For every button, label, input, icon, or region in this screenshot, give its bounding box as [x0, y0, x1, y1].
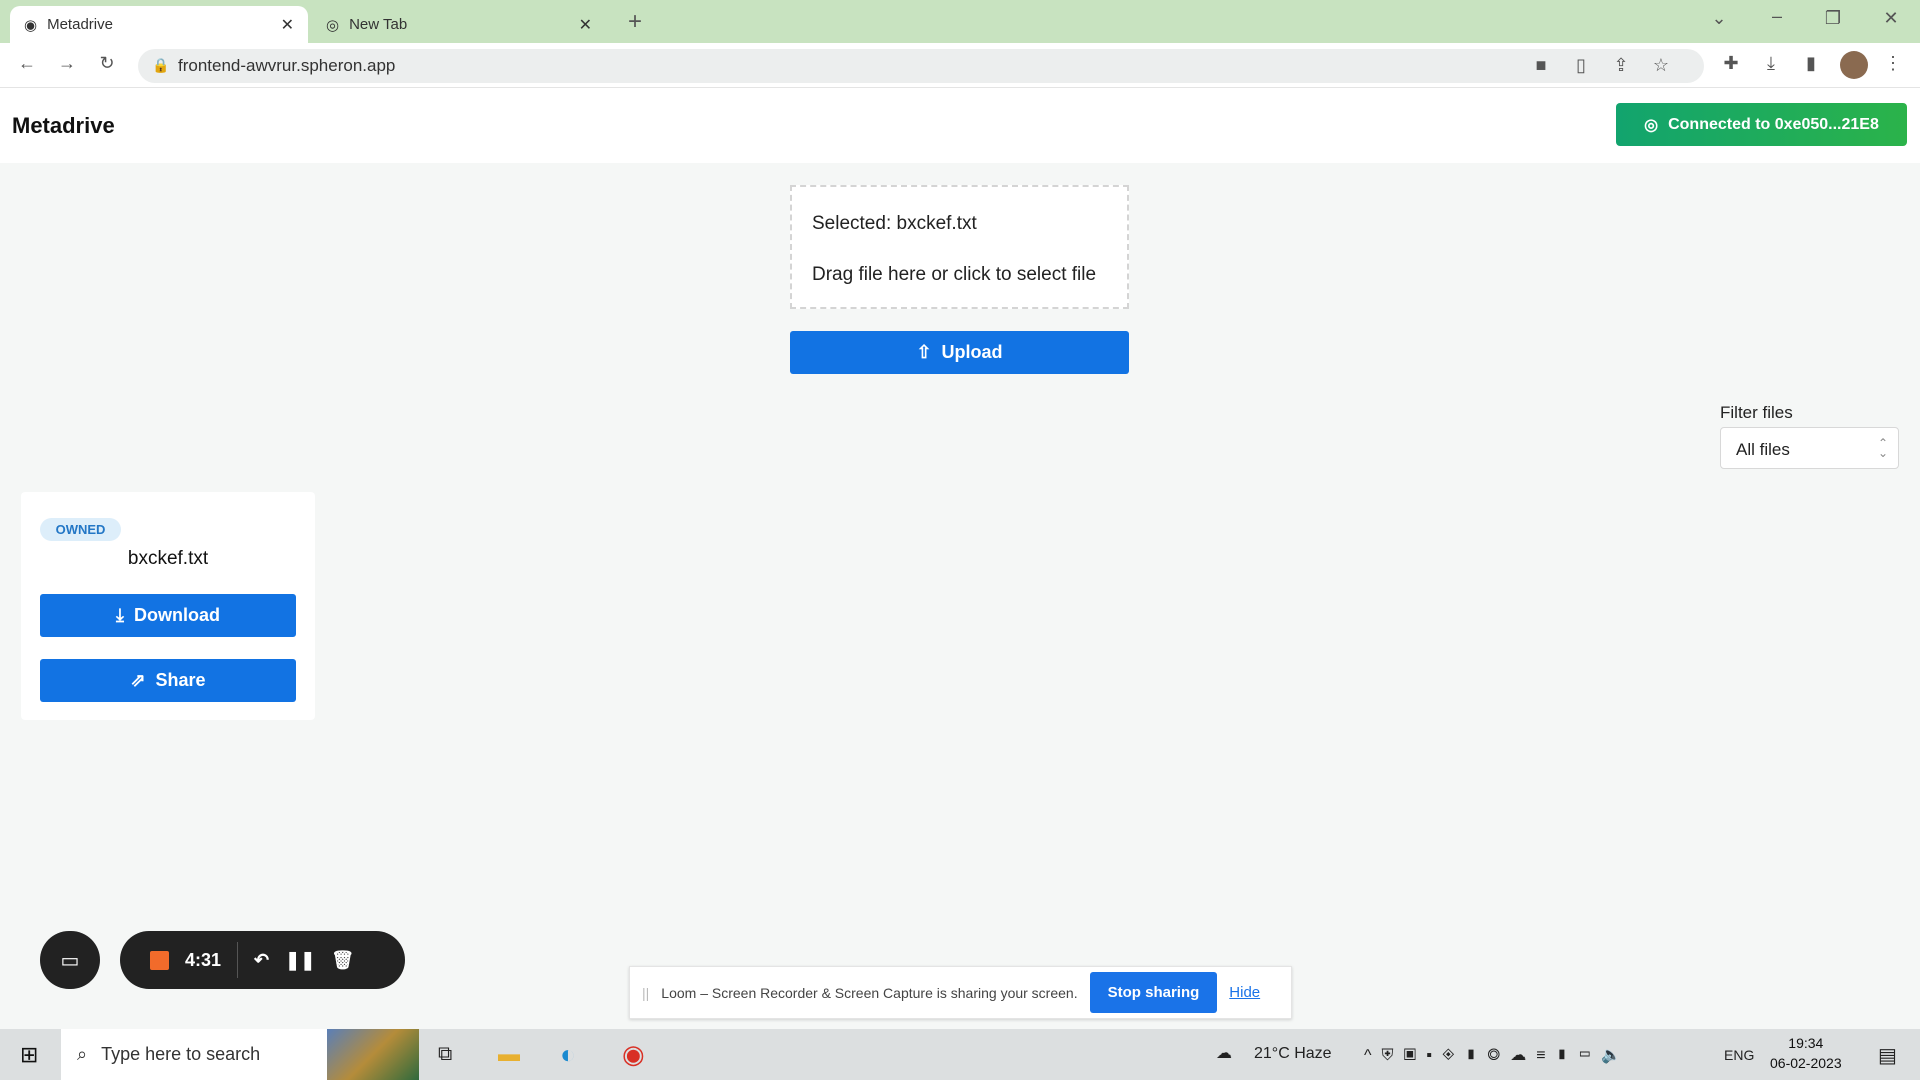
share-icon: ⇗ [130, 670, 146, 690]
profile-avatar[interactable] [1840, 51, 1868, 79]
close-tab-icon[interactable]: ✕ [281, 15, 294, 35]
file-dropzone[interactable]: Selected: bxckef.txt Drag file here or c… [790, 185, 1129, 309]
share-page-icon[interactable]: ⇪ [1608, 55, 1634, 76]
drag-handle-icon[interactable]: || [642, 985, 649, 1001]
clock[interactable]: 19:34 06-02-2023 [1770, 1035, 1842, 1071]
dropzone-hint: Drag file here or click to select file [812, 264, 1097, 285]
page-icon[interactable]: ▯ [1568, 55, 1594, 76]
edge-icon[interactable]: ◐ [560, 1039, 576, 1070]
wallet-connected-button[interactable]: ◎ Connected to 0xe050...21E8 [1616, 103, 1907, 146]
search-highlight-image [327, 1029, 419, 1080]
close-tab-icon[interactable]: ✕ [579, 15, 592, 35]
weather-icon: ☁ [1216, 1045, 1232, 1062]
video-camera-icon: ▭ [60, 949, 80, 972]
loom-camera-button[interactable]: ▭ [40, 931, 100, 989]
download-button[interactable]: ⤓ Download [40, 594, 296, 637]
filter-files-label: Filter files [1720, 403, 1793, 422]
divider [237, 942, 239, 978]
forward-icon[interactable]: → [54, 53, 80, 74]
filter-files-select[interactable]: All files ⌃ ⌄ [1720, 427, 1899, 469]
extensions-icon[interactable]: ✚ [1718, 53, 1744, 74]
bookmark-star-icon[interactable]: ☆ [1648, 55, 1674, 76]
share-button[interactable]: ⇗ Share [40, 659, 296, 702]
owned-badge: OWNED [40, 518, 121, 541]
address-bar-row: ← → ↻ 🔒 frontend-awvrur.spheron.app ■ ▯ … [0, 43, 1920, 88]
lock-icon: 🔒 [152, 57, 170, 73]
chrome-icon: ◎ [326, 16, 340, 34]
reload-icon[interactable]: ↻ [94, 53, 120, 74]
downloads-icon[interactable]: ⤓ [1758, 53, 1784, 74]
restore-icon[interactable]: ❐ [1820, 8, 1846, 29]
weather-text[interactable]: 21°C Haze [1254, 1045, 1332, 1063]
pause-icon[interactable]: ❚❚ [285, 950, 315, 971]
task-view-icon[interactable]: ⧉ [438, 1043, 452, 1066]
stop-sharing-button[interactable]: Stop sharing [1089, 972, 1218, 1013]
taskbar-search-input[interactable]: ⌕ Type here to search [61, 1029, 419, 1080]
search-icon: ⌕ [77, 1044, 88, 1064]
chevron-up-down-icon: ⌃ ⌄ [1877, 436, 1888, 460]
windows-start-icon[interactable]: ⊞ [20, 1042, 38, 1068]
file-name: bxckef.txt [127, 548, 209, 569]
upload-button[interactable]: ⇧ Upload [790, 331, 1129, 374]
selected-file-text: Selected: bxckef.txt [812, 213, 977, 234]
app-title: Metadrive [12, 113, 115, 138]
camera-icon[interactable]: ■ [1528, 55, 1554, 76]
recording-timer: 4:31 [185, 949, 222, 970]
file-card: OWNED bxckef.txt ⤓ Download ⇗ Share [21, 492, 315, 720]
download-icon: ⤓ [116, 605, 124, 625]
tab-new-tab[interactable]: ◎ New Tab ✕ [312, 6, 606, 43]
windows-taskbar: ⊞ ⌕ Type here to search ⧉ ▬ ◐ ◉ ☁ 21°C H… [0, 1029, 1920, 1080]
close-window-icon[interactable]: ✕ [1878, 8, 1904, 29]
hide-link[interactable]: Hide [1229, 984, 1260, 1001]
screen-sharing-notification: || Loom – Screen Recorder & Screen Captu… [629, 966, 1292, 1019]
restart-icon[interactable]: ↶ [254, 950, 269, 971]
new-tab-icon[interactable]: + [622, 8, 648, 36]
file-explorer-icon[interactable]: ▬ [498, 1041, 520, 1067]
back-icon[interactable]: ← [14, 53, 40, 74]
menu-icon[interactable]: ⋮ [1880, 53, 1906, 74]
language-indicator[interactable]: ENG [1724, 1047, 1754, 1063]
trash-icon[interactable]: 🗑 [331, 950, 354, 971]
tab-metadrive[interactable]: ◉ Metadrive ✕ [10, 6, 308, 43]
minimize-icon[interactable]: – [1764, 6, 1790, 27]
upload-icon: ⇧ [916, 342, 932, 362]
stop-recording-icon[interactable] [150, 950, 169, 970]
metadrive-icon: ◉ [24, 16, 38, 34]
browser-tab-bar: ◉ Metadrive ✕ ◎ New Tab ✕ + ⌄ – ❐ ✕ [0, 0, 1920, 43]
user-circle-icon: ◎ [1644, 116, 1659, 134]
side-panel-icon[interactable]: ▮ [1798, 53, 1824, 74]
chrome-icon[interactable]: ◉ [622, 1039, 645, 1070]
system-tray-icons[interactable]: ^⛨▣▪◈▮◎☁≡▮▭🔈 [1364, 1045, 1631, 1065]
loom-recording-controls: 4:31 ↶ ❚❚ 🗑 [120, 931, 405, 989]
app-header: Metadrive ◎ Connected to 0xe050...21E8 [0, 88, 1920, 163]
notifications-icon[interactable]: ▤ [1878, 1043, 1897, 1068]
tab-search-icon[interactable]: ⌄ [1706, 8, 1732, 29]
url-input[interactable]: 🔒 frontend-awvrur.spheron.app ■ ▯ ⇪ ☆ [138, 49, 1704, 83]
